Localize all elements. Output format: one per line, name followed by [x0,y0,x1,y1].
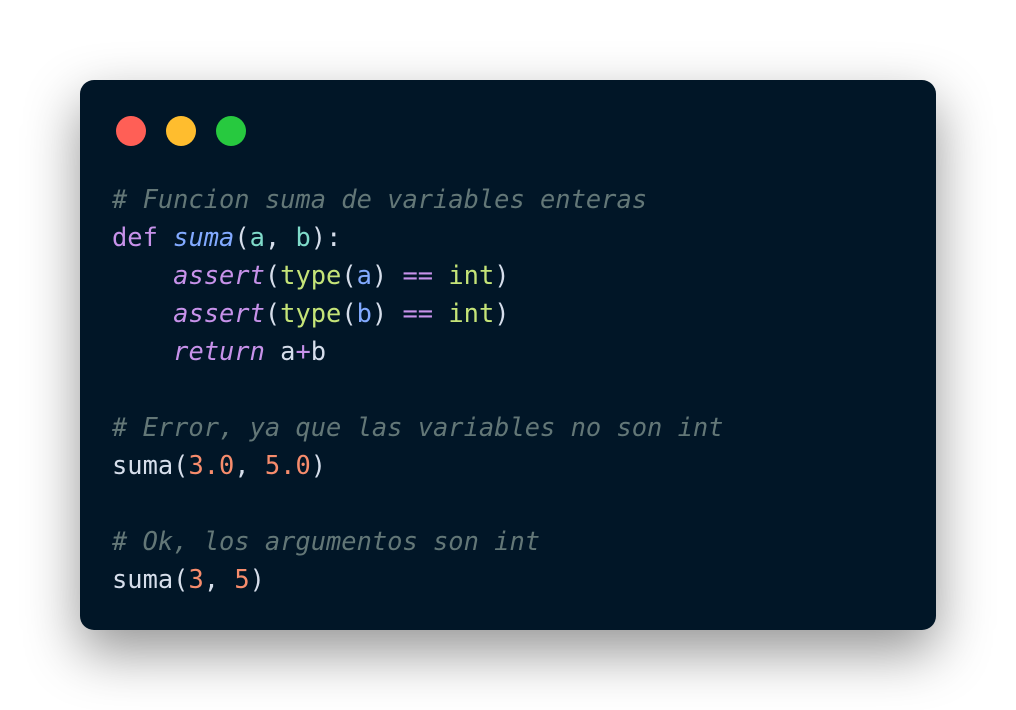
code-token: return [173,336,265,366]
code-token: ( [341,260,357,290]
code-token: assert [173,298,265,328]
code-token: ( [264,298,281,328]
code-token: b [310,336,327,366]
code-token: a [249,222,265,252]
code-token: int [448,260,495,290]
code-token: type [280,298,342,328]
code-token: type [280,260,342,290]
code-token: ) [494,260,510,290]
code-line: def suma(a, b): [112,218,723,256]
code-token: ( [341,298,357,328]
code-token: suma( [112,564,189,594]
code-token: int [448,298,495,328]
code-token: ) [494,298,510,328]
window-controls [116,116,246,146]
code-token: ( [234,222,250,252]
code-token: 3.0 [188,450,235,480]
code-token: ) [371,298,403,328]
code-token: 5 [234,564,250,594]
code-token: ( [264,260,281,290]
code-token: == [402,298,434,328]
code-token: , [264,222,296,252]
code-token: ): [310,222,342,252]
code-token: suma [173,222,235,252]
code-token: # Ok, los argumentos son int [112,526,541,556]
maximize-button[interactable] [216,116,246,146]
code-token: b [295,222,311,252]
minimize-button[interactable] [166,116,196,146]
close-button[interactable] [116,116,146,146]
code-line: return a+b [112,332,723,370]
code-token: == [402,260,434,290]
code-token: 5.0 [264,450,311,480]
code-token: , [203,564,235,594]
code-token: suma( [112,450,189,480]
code-token: , [234,450,265,480]
code-token: b [356,298,372,328]
code-token: # Error, ya que las variables no son int [112,412,724,442]
code-line: # Ok, los argumentos son int [112,522,723,560]
code-line: # Funcion suma de variables enteras [112,180,723,218]
code-line: # Error, ya que las variables no son int [112,408,723,446]
code-line: assert(type(b) == int) [112,294,723,332]
code-token: def [112,222,158,252]
code-token: a [356,260,372,290]
code-line: suma(3.0, 5.0) [112,446,723,484]
code-token: # Funcion suma de variables enteras [112,184,648,214]
code-line: suma(3, 5) [112,560,723,598]
code-token: + [295,336,311,366]
code-block: # Funcion suma de variables enteras def s… [112,180,723,598]
code-token: ) [310,450,327,480]
code-token: 3 [188,564,204,594]
code-token: ) [371,260,403,290]
code-token: a [264,336,296,366]
code-token: assert [173,260,265,290]
code-window: # Funcion suma de variables enteras def s… [80,80,936,630]
code-line: assert(type(a) == int) [112,256,723,294]
code-token: ) [249,564,265,594]
